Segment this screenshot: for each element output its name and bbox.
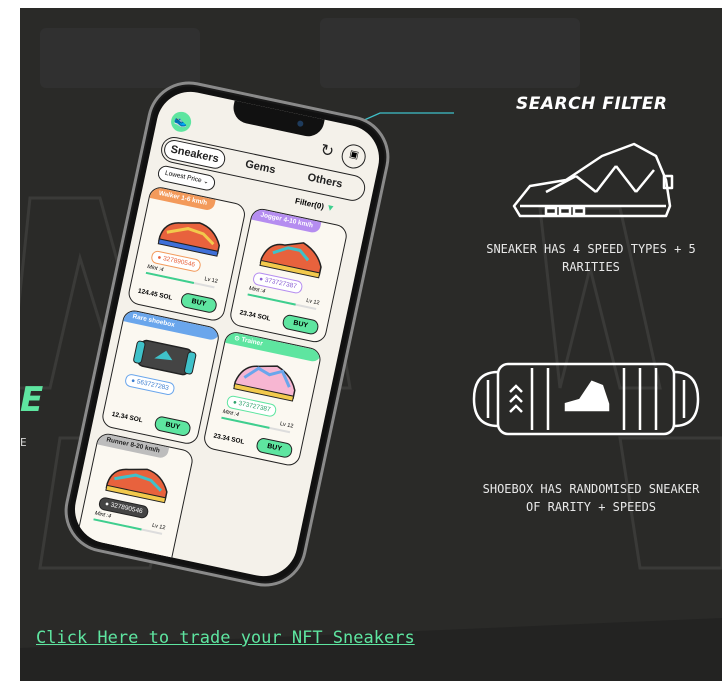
level-label: Lv 12: [279, 421, 294, 430]
buy-button[interactable]: BUY: [281, 313, 320, 336]
buy-button[interactable]: BUY: [153, 415, 192, 438]
listing-card[interactable]: Jogger 4-10 km/h ● 373727387 Mint :4 Lv …: [228, 206, 349, 345]
price: 12.34 SOL: [111, 410, 144, 425]
tab-sneakers[interactable]: Sneakers: [162, 138, 228, 171]
level-label: Lv 12: [305, 297, 320, 307]
price: 23.34 SOL: [238, 309, 272, 323]
cropped-letter: E: [20, 380, 44, 420]
app-logo-icon: 👟: [169, 109, 193, 134]
card-tag: Jogger 4-10 km/h: [251, 207, 322, 235]
listing-card[interactable]: ⊙ Trainer ● 373727387 Mint :4 Lv 12 23.3…: [201, 329, 323, 468]
price: 124.45 SOL: [137, 287, 174, 302]
price: 23.34 SOL: [212, 432, 245, 446]
buy-button[interactable]: BUY: [255, 436, 294, 459]
cropped-text: E: [20, 436, 27, 449]
filter-button[interactable]: Filter(0) ▼: [294, 195, 336, 213]
feature-heading: SEARCH FILTER: [516, 94, 668, 114]
sneaker-description: SNEAKER HAS 4 SPEED TYPES + 5 RARITIES: [486, 242, 696, 274]
promo-section: E E 👟 ↻ ▣ Sneakers Gems Others Lowest Pr…: [20, 8, 722, 681]
level-label: Lv 12: [203, 276, 219, 285]
refresh-icon[interactable]: ↻: [314, 139, 340, 165]
sneaker-outline-icon: [512, 142, 674, 218]
listing-card[interactable]: Rare shoebox ● 563727283 12.34 SOL BUY: [100, 308, 221, 447]
tab-others[interactable]: Others: [294, 166, 356, 196]
trade-nft-sneakers-link[interactable]: Click Here to trade your NFT Sneakers: [36, 628, 415, 648]
tab-gems[interactable]: Gems: [231, 153, 290, 182]
filter-icon: ▼: [325, 201, 336, 214]
buy-button[interactable]: BUY: [179, 291, 219, 315]
wallet-icon[interactable]: ▣: [339, 142, 368, 171]
shoebox-description: SHOEBOX HAS RANDOMISED SNEAKER OF RARITY…: [482, 482, 700, 514]
shoebox-outline-icon: [472, 362, 700, 436]
level-label: Lv 12: [151, 522, 166, 532]
listing-card[interactable]: Walker 1-6 km/h ● 327890546 Mint :4 Lv 1…: [126, 185, 248, 323]
